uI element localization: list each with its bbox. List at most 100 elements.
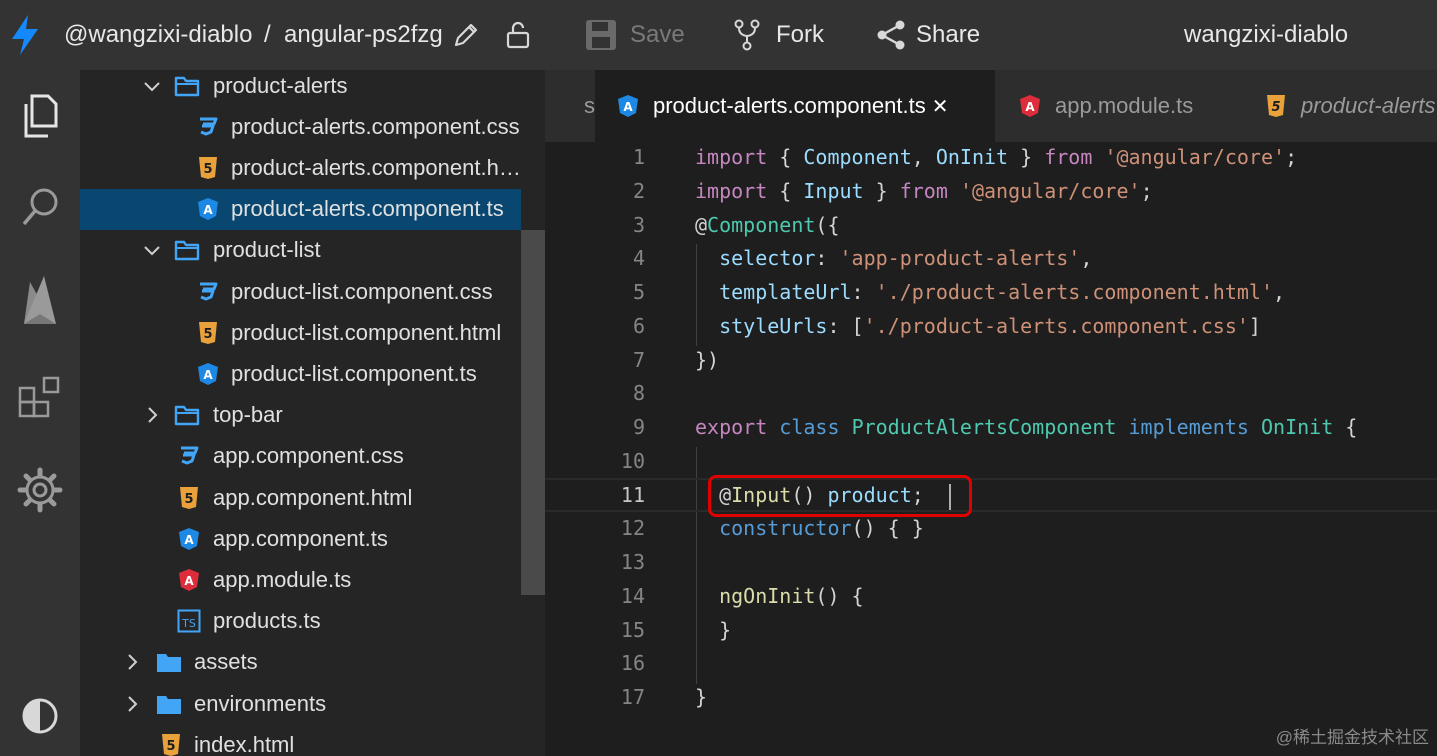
code-line[interactable]: 17} (545, 680, 1437, 714)
code-token: export (695, 415, 768, 439)
code-token: OnInit (1260, 415, 1334, 439)
code-line[interactable]: 7}) (545, 343, 1437, 377)
file-row[interactable]: Aproduct-list.component.ts (80, 353, 521, 394)
folder-row[interactable]: product-alerts (80, 70, 521, 106)
folder-row[interactable]: environments (80, 683, 521, 724)
html5-icon: 5 (158, 732, 184, 756)
save-button[interactable]: Save (584, 0, 685, 70)
svg-text:A: A (203, 203, 213, 217)
file-row[interactable]: Aapp.component.ts (80, 518, 521, 559)
code-token: import (695, 178, 768, 203)
file-row[interactable]: TS products.ts (80, 601, 521, 642)
tab-close-icon[interactable]: ✕ (932, 94, 949, 119)
file-row[interactable]: app.component.css (80, 436, 521, 477)
code-line[interactable]: 13 (545, 545, 1437, 579)
code-token: '@angular/core' (959, 178, 1141, 203)
svg-text:TS: TS (181, 617, 196, 630)
folder-row[interactable]: product-list (80, 230, 521, 271)
chevron-right-icon[interactable] (142, 405, 162, 425)
highlight-box (708, 475, 972, 517)
code-line[interactable]: 12 constructor() { } (545, 511, 1437, 545)
extensions-icon[interactable] (0, 366, 80, 426)
code-token: { (767, 145, 804, 169)
folder-open-icon (174, 237, 200, 263)
tab-label: app.module.ts (1055, 93, 1194, 118)
account-name[interactable]: wangzixi-diablo (1184, 0, 1348, 70)
search-icon[interactable] (0, 178, 80, 238)
angular-red-icon: A (176, 567, 202, 593)
editor-tab-bar: s A product-alerts.component.ts ✕ A app.… (545, 70, 1437, 142)
code-line[interactable]: 11 @Input() product; (545, 477, 1437, 512)
code-editor[interactable]: 1 import { Component, OnInit } from '@ang… (545, 142, 1437, 756)
code-token: templateUrl (719, 280, 852, 304)
chevron-down-icon[interactable] (142, 76, 162, 96)
code-line[interactable]: 9 export class ProductAlertsComponent imp… (545, 410, 1437, 444)
unlock-icon[interactable] (504, 0, 532, 70)
css3-icon (195, 279, 221, 305)
code-line[interactable]: 5 templateUrl: './product-alerts.compone… (545, 275, 1437, 309)
tab-product-alerts-html[interactable]: 5 product-alerts (1245, 70, 1437, 142)
tree-item-label: app.component.css (213, 443, 404, 469)
file-row[interactable]: product-list.component.css (80, 271, 521, 312)
file-row[interactable]: 5 app.component.html (80, 477, 521, 518)
file-row[interactable]: product-alerts.component.css (80, 106, 521, 147)
tab-app-module-ts[interactable]: A app.module.ts (995, 70, 1235, 142)
code-text: styleUrls: ['./product-alerts.component.… (695, 309, 1261, 343)
fork-button[interactable]: Fork (734, 0, 824, 70)
code-token: from (899, 178, 948, 203)
chevron-down-icon[interactable] (142, 240, 162, 260)
svg-text:A: A (184, 574, 194, 588)
code-line[interactable]: 4 selector: 'app-product-alerts', (545, 241, 1437, 275)
code-line[interactable]: 14 ngOnInit() { (545, 579, 1437, 613)
code-line[interactable]: 2 import { Input } from '@angular/core'; (545, 174, 1437, 208)
tree-item-label: product-list.component.html (231, 319, 502, 345)
tab-product-alerts-component-ts[interactable]: A product-alerts.component.ts ✕ (595, 70, 995, 142)
line-number: 12 (620, 516, 645, 541)
line-number: 15 (620, 617, 645, 642)
code-line[interactable]: 16 (545, 646, 1437, 680)
files-icon[interactable] (0, 86, 80, 146)
svg-text:A: A (623, 100, 633, 114)
code-line[interactable]: 1 import { Component, OnInit } from '@ang… (545, 142, 1437, 174)
file-row[interactable]: 5 product-alerts.component.html (80, 147, 521, 188)
chevron-right-icon[interactable] (122, 694, 142, 714)
text-cursor (949, 484, 951, 510)
code-line[interactable]: 15 } (545, 613, 1437, 647)
code-token: Component (707, 212, 816, 237)
tab-partial-left[interactable]: s (545, 70, 595, 142)
code-line[interactable]: 8 (545, 376, 1437, 410)
file-row[interactable]: 5 product-list.component.html (80, 312, 521, 353)
folder-icon (174, 402, 200, 428)
file-row[interactable]: Aapp.module.ts (80, 559, 521, 600)
code-token: styleUrls (719, 313, 828, 338)
chevron-right-icon[interactable] (122, 652, 142, 672)
code-text: @Component({ (695, 208, 840, 242)
theme-contrast-icon[interactable] (0, 686, 80, 746)
firebase-icon[interactable] (0, 272, 80, 332)
code-token: ; (1140, 178, 1153, 203)
code-token: ({ (815, 212, 840, 237)
code-token: , (911, 145, 936, 169)
line-number: 13 (620, 550, 645, 574)
file-row[interactable]: Aproduct-alerts.component.ts (80, 188, 521, 230)
code-line[interactable]: 6 styleUrls: ['./product-alerts.componen… (545, 309, 1437, 343)
pencil-icon[interactable] (452, 0, 480, 70)
project-name[interactable]: angular-ps2fzg (284, 0, 443, 70)
sidebar-scrollbar[interactable] (521, 230, 545, 595)
svg-text:A: A (203, 368, 213, 382)
bolt-logo-icon[interactable] (8, 0, 42, 70)
tree-item-label: product-alerts.component.ts (231, 196, 504, 222)
share-button[interactable]: Share (876, 0, 980, 70)
project-owner[interactable]: @wangzixi-diablo (64, 0, 252, 70)
folder-row[interactable]: assets (80, 642, 521, 683)
settings-gear-icon[interactable] (0, 460, 80, 520)
file-row[interactable]: 5 index.html (80, 724, 521, 756)
folder-row[interactable]: top-bar (80, 395, 521, 436)
code-line[interactable]: 10 (545, 444, 1437, 478)
svg-text:5: 5 (203, 327, 212, 342)
code-line[interactable]: 3 @Component({ (545, 208, 1437, 242)
code-token: Input (803, 178, 864, 203)
